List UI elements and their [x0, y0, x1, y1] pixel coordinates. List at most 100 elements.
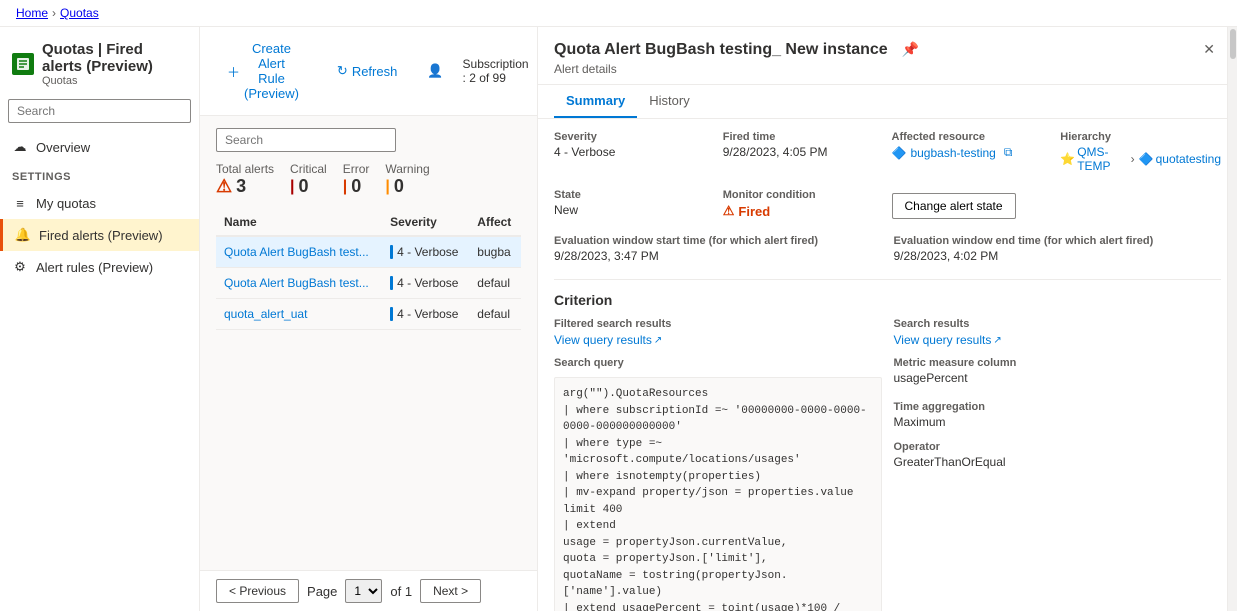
field-hierarchy: Hierarchy ⭐ QMS-TEMP › 🔷 quotatesting — [1060, 131, 1221, 173]
error-bar: | — [343, 178, 347, 196]
view-query-results-link-2[interactable]: View query results ↗ — [894, 333, 1002, 347]
close-button[interactable]: ✕ — [1197, 39, 1221, 60]
stat-critical: Critical | 0 — [290, 162, 327, 197]
alert-name-link[interactable]: quota_alert_uat — [224, 307, 307, 321]
query-line: quotaName = tostring(propertyJson.['name… — [563, 568, 873, 601]
user-icon: 👤 — [427, 63, 443, 79]
sidebar-item-alert-rules[interactable]: ⚙ Alert rules (Preview) — [0, 251, 199, 283]
field-affected-resource: Affected resource 🔷 bugbash-testing ⧉ — [892, 131, 1053, 173]
operator-value: GreaterThanOrEqual — [894, 455, 1222, 469]
field-fired-time: Fired time 9/28/2023, 4:05 PM — [723, 131, 884, 173]
next-button[interactable]: Next > — [420, 579, 481, 603]
page-select[interactable]: 1 — [345, 579, 382, 603]
hierarchy-value2[interactable]: quotatesting — [1156, 152, 1221, 166]
hierarchy-icon1: ⭐ — [1060, 152, 1075, 166]
severity-bar — [390, 245, 393, 259]
query-line: | where type =~ 'microsoft.compute/locat… — [563, 436, 873, 469]
warning-value: 0 — [394, 176, 404, 197]
resource-icon: 🔷 — [892, 146, 907, 160]
previous-button[interactable]: < Previous — [216, 579, 299, 603]
severity-badge: 4 - Verbose — [390, 307, 461, 321]
user-filter-button[interactable]: 👤 — [416, 57, 454, 85]
page-title: Quotas | Fired alerts (Preview) — [42, 41, 187, 75]
pin-button[interactable]: 📌 — [896, 39, 925, 60]
tab-summary[interactable]: Summary — [554, 85, 637, 118]
sidebar-search-input[interactable] — [8, 99, 191, 123]
eval-row: Evaluation window start time (for which … — [554, 235, 1221, 263]
sidebar-item-fired-alerts[interactable]: 🔔 Fired alerts (Preview) — [0, 219, 199, 251]
alert-name-link[interactable]: Quota Alert BugBash test... — [224, 245, 369, 259]
query-line: quota = propertyJson.['limit'], — [563, 551, 873, 568]
affected-resource-value[interactable]: bugbash-testing — [910, 146, 995, 160]
view-query-results-link-1[interactable]: View query results ↗ — [554, 333, 662, 347]
table-row[interactable]: Quota Alert BugBash test... 4 - Verbose bu… — [216, 236, 521, 268]
query-line: | extend usagePercent = toint(usage)*100… — [563, 601, 873, 611]
alert-name-link[interactable]: Quota Alert BugBash test... — [224, 276, 369, 290]
stat-total-alerts: Total alerts ⚠ 3 — [216, 162, 274, 197]
refresh-button[interactable]: ↻ Refresh — [326, 57, 408, 85]
hierarchy-value1[interactable]: QMS-TEMP — [1077, 145, 1126, 173]
detail-tabs: Summary History — [538, 85, 1237, 119]
sidebar-item-overview[interactable]: ☁ Overview — [0, 131, 199, 163]
breadcrumb-home[interactable]: Home — [16, 6, 48, 20]
warning-icon: ⚠ — [216, 176, 232, 197]
content-toolbar: ＋ Create Alert Rule (Preview) ↻ Refresh … — [200, 27, 537, 116]
copy-icon[interactable]: ⧉ — [1004, 145, 1013, 160]
content-area: ＋ Create Alert Rule (Preview) ↻ Refresh … — [200, 27, 537, 611]
sidebar: Quotas | Fired alerts (Preview) Quotas ☁… — [0, 27, 200, 611]
quotas-icon — [12, 53, 34, 75]
cloud-icon: ☁ — [12, 139, 28, 155]
query-line: | extend — [563, 518, 873, 535]
state-row: State New Monitor condition ⚠ Fired Chan… — [554, 189, 1221, 219]
detail-subtitle: Alert details — [554, 62, 925, 76]
subscription-badge: Subscription : 2 of 99 — [463, 57, 529, 85]
table-search-container — [216, 128, 521, 152]
sidebar-item-label: My quotas — [36, 196, 96, 211]
table-row[interactable]: quota_alert_uat 4 - Verbose defaul — [216, 299, 521, 330]
settings-section-label: Settings — [0, 163, 199, 187]
severity-badge: 4 - Verbose — [390, 245, 461, 259]
field-state: State New — [554, 189, 715, 219]
severity-bar — [390, 276, 393, 290]
create-btn-label: Create Alert Rule (Preview) — [244, 41, 299, 101]
stat-error: Error | 0 — [343, 162, 370, 197]
sidebar-item-my-quotas[interactable]: ≡ My quotas — [0, 187, 199, 219]
list-icon: ≡ — [12, 195, 28, 211]
sidebar-subtitle: Quotas — [42, 75, 187, 87]
scrollbar[interactable] — [1227, 27, 1237, 611]
query-line: arg("").QuotaResources — [563, 386, 873, 403]
tab-history[interactable]: History — [637, 85, 701, 118]
criterion-grid: Filtered search results View query resul… — [554, 318, 1221, 611]
create-alert-rule-button[interactable]: ＋ Create Alert Rule (Preview) — [216, 35, 310, 107]
scrollbar-thumb — [1230, 29, 1236, 59]
fired-icon: ⚠ — [723, 203, 735, 219]
refresh-label: Refresh — [352, 64, 398, 79]
refresh-icon: ↻ — [337, 63, 348, 79]
field-eval-start: Evaluation window start time (for which … — [554, 235, 882, 263]
change-alert-state-button[interactable]: Change alert state — [892, 193, 1016, 219]
bell-icon: 🔔 — [15, 227, 31, 243]
error-value: 0 — [351, 176, 361, 197]
monitor-condition-value: ⚠ Fired — [723, 203, 884, 219]
affected-cell: bugba — [469, 236, 521, 268]
plus-icon: ＋ — [227, 62, 240, 81]
affected-cell: defaul — [469, 299, 521, 330]
detail-body: Severity 4 - Verbose Fired time 9/28/202… — [538, 119, 1237, 611]
query-line: | mv-expand property/json = properties.v… — [563, 485, 873, 518]
table-search-input[interactable] — [216, 128, 396, 152]
detail-panel: Quota Alert BugBash testing_ New instanc… — [537, 27, 1237, 611]
field-severity: Severity 4 - Verbose — [554, 131, 715, 173]
metric-measure-value: usagePercent — [894, 371, 1222, 385]
sidebar-item-label: Overview — [36, 140, 90, 155]
breadcrumb-quotas[interactable]: Quotas — [60, 6, 99, 20]
hierarchy-icon2: 🔷 — [1139, 152, 1154, 166]
filtered-search-col: Filtered search results View query resul… — [554, 318, 882, 611]
external-link-icon: ↗ — [654, 335, 662, 346]
detail-title: Quota Alert BugBash testing_ New instanc… — [554, 39, 925, 60]
of-label: of 1 — [390, 584, 412, 599]
sidebar-item-label: Alert rules (Preview) — [36, 260, 153, 275]
sidebar-header: Quotas | Fired alerts (Preview) Quotas — [0, 31, 199, 95]
rule-icon: ⚙ — [12, 259, 28, 275]
table-row[interactable]: Quota Alert BugBash test...4 - Verbosede… — [216, 268, 521, 299]
affected-cell: defaul — [469, 268, 521, 299]
